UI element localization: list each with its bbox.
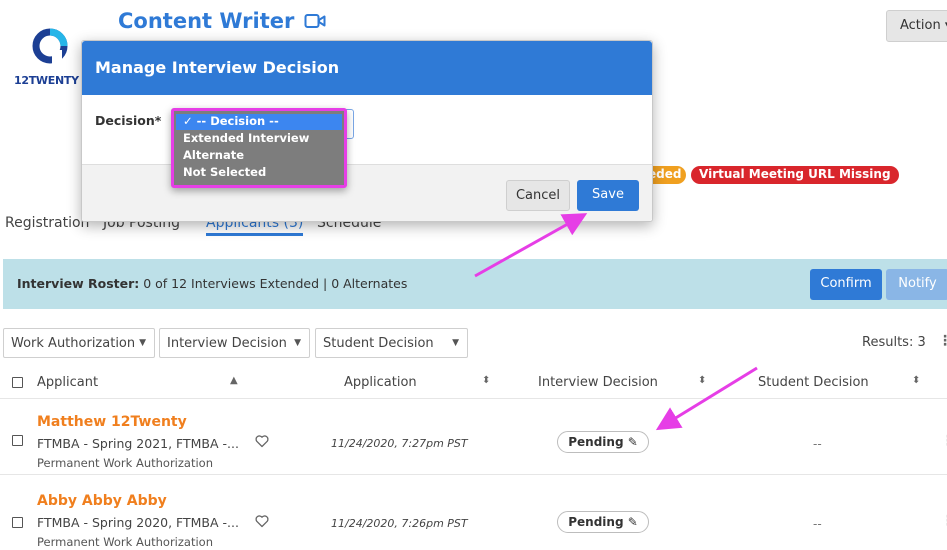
row-more-icon[interactable]: ⋮ (941, 433, 947, 449)
video-camera-icon[interactable] (304, 13, 326, 29)
student-decision-value: -- (813, 517, 822, 531)
modal-title: Manage Interview Decision (95, 58, 340, 77)
cancel-button[interactable]: Cancel (506, 180, 570, 211)
logo-mark-icon (32, 28, 68, 64)
confirm-button[interactable]: Confirm (810, 269, 882, 300)
application-date: 11/24/2020, 7:26pm PST (331, 517, 468, 530)
heart-icon[interactable] (255, 434, 269, 448)
filter-label: Work Authorization (11, 336, 136, 351)
status-badge-meeting-url-missing: Virtual Meeting URL Missing (691, 166, 899, 184)
caret-down-icon: ▼ (452, 338, 459, 348)
applicant-name-link[interactable]: Matthew 12Twenty (37, 414, 187, 430)
page-title-text: Content Writer (118, 9, 295, 33)
filter-label: Interview Decision (167, 336, 287, 351)
applicant-name-link[interactable]: Abby Abby Abby (37, 493, 167, 509)
table-header: Applicant ▲ Application ⬍ Interview Deci… (0, 372, 947, 394)
option-not-selected[interactable]: Not Selected (176, 165, 342, 181)
decision-options-list: ✓ -- Decision -- Extended Interview Alte… (171, 108, 347, 188)
select-all-checkbox[interactable] (12, 377, 23, 388)
table-row: Abby Abby Abby FTMBA - Spring 2020, FTMB… (0, 474, 947, 550)
column-applicant[interactable]: Applicant (37, 375, 98, 390)
modal-body: Decision* (82, 95, 652, 164)
applicant-program: FTMBA - Spring 2020, FTMBA -... (37, 515, 239, 530)
column-student-decision[interactable]: Student Decision (758, 375, 869, 390)
sort-icon[interactable]: ⬍ (482, 375, 490, 386)
decision-status: Pending (568, 515, 624, 529)
applicant-program: FTMBA - Spring 2021, FTMBA -... (37, 436, 239, 451)
heart-icon[interactable] (255, 514, 269, 528)
pencil-icon: ✎ (627, 515, 638, 529)
action-label: Action (900, 18, 941, 33)
option-extended-interview[interactable]: Extended Interview (176, 131, 342, 147)
action-dropdown-button[interactable]: Action ▾ (886, 10, 947, 42)
table-row: Matthew 12Twenty FTMBA - Spring 2021, FT… (0, 398, 947, 474)
interview-decision-button[interactable]: Pending ✎ (557, 511, 649, 533)
notify-button[interactable]: Notify (886, 269, 947, 300)
caret-down-icon: ▼ (294, 338, 301, 348)
filter-label: Student Decision (323, 336, 434, 351)
interview-decision-filter[interactable]: Interview Decision ▼ (159, 328, 310, 358)
decision-field-label: Decision* (95, 113, 162, 128)
column-interview-decision[interactable]: Interview Decision (538, 375, 658, 390)
roster-label: Interview Roster: (17, 276, 140, 291)
sort-icon[interactable]: ⬍ (698, 375, 706, 386)
roster-counts: 0 of 12 Interviews Extended | 0 Alternat… (143, 276, 408, 291)
company-logo: 12TWENTY (14, 28, 86, 92)
manage-interview-decision-modal: Manage Interview Decision Decision* Canc… (81, 40, 653, 222)
page-title: Content Writer (118, 9, 326, 33)
row-checkbox[interactable] (12, 517, 23, 528)
interview-roster-banner: Interview Roster: 0 of 12 Interviews Ext… (3, 259, 947, 309)
option-decision-placeholder[interactable]: ✓ -- Decision -- (176, 114, 342, 130)
row-checkbox[interactable] (12, 435, 23, 446)
sort-asc-icon[interactable]: ▲ (230, 375, 238, 386)
student-decision-value: -- (813, 437, 822, 451)
tab-registration[interactable]: Registration (5, 215, 89, 231)
logo-text: 12TWENTY (14, 74, 79, 87)
applicant-authorization: Permanent Work Authorization (37, 456, 213, 470)
more-options-icon[interactable]: ⋮ (938, 333, 947, 349)
option-alternate[interactable]: Alternate (176, 148, 342, 164)
modal-header: Manage Interview Decision (82, 41, 652, 95)
application-date: 11/24/2020, 7:27pm PST (331, 437, 468, 450)
sort-icon[interactable]: ⬍ (912, 375, 920, 386)
roster-summary: Interview Roster: 0 of 12 Interviews Ext… (17, 276, 407, 291)
interview-decision-button[interactable]: Pending ✎ (557, 431, 649, 453)
column-application[interactable]: Application (344, 375, 417, 390)
save-button[interactable]: Save (577, 180, 639, 211)
work-authorization-filter[interactable]: Work Authorization ▼ (3, 328, 155, 358)
student-decision-filter[interactable]: Student Decision ▼ (315, 328, 468, 358)
pencil-icon: ✎ (627, 435, 638, 449)
applicant-authorization: Permanent Work Authorization (37, 535, 213, 549)
row-more-icon[interactable]: ⋮ (941, 513, 947, 529)
caret-down-icon: ▼ (139, 338, 146, 348)
decision-status: Pending (568, 435, 624, 449)
results-count: Results: 3 (862, 335, 926, 350)
modal-footer: Cancel Save (82, 164, 652, 221)
